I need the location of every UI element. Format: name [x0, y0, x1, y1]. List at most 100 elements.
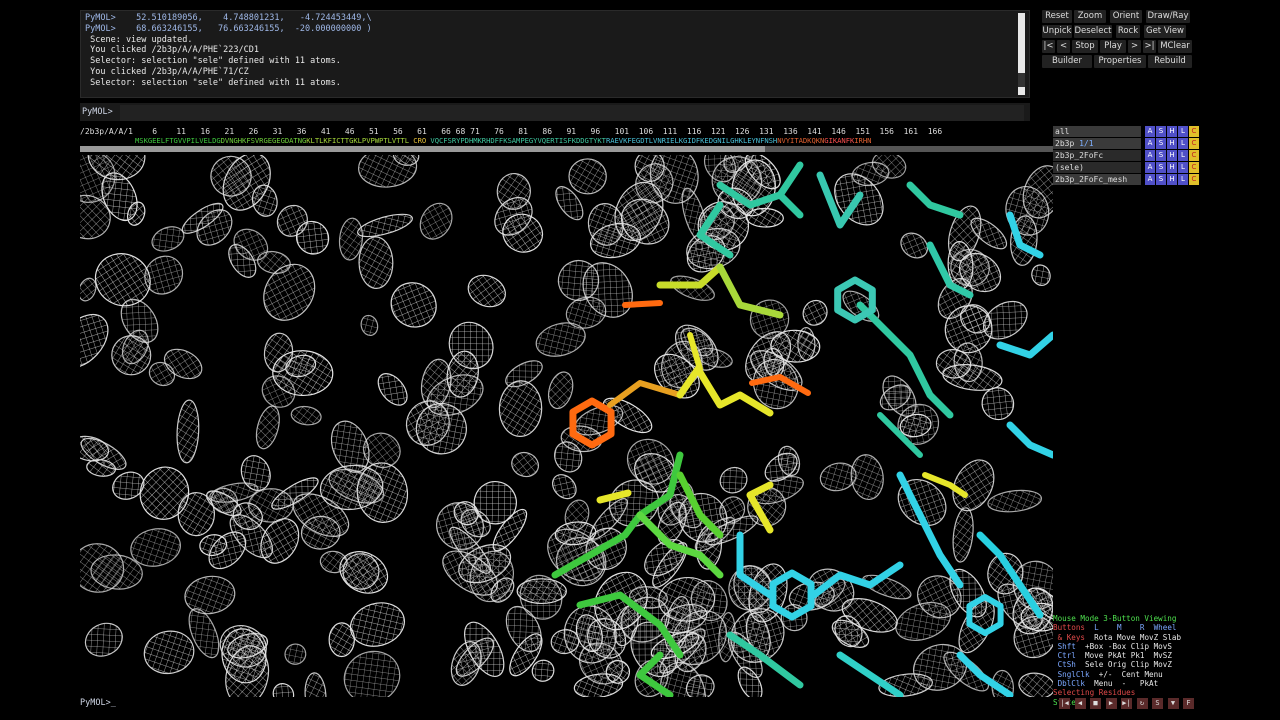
object-a-button[interactable]: A — [1145, 174, 1155, 185]
get-view-button[interactable]: Get View — [1144, 25, 1186, 38]
console-line: Selector: selection "sele" defined with … — [85, 77, 341, 88]
zoom-button[interactable]: Zoom — [1074, 10, 1106, 23]
movie-control-button[interactable]: ■ — [1090, 698, 1101, 709]
deselect-button[interactable]: Deselect — [1074, 25, 1112, 38]
density-blob — [551, 474, 577, 500]
stop-button[interactable]: Stop — [1072, 40, 1098, 53]
object-c-button[interactable]: C — [1189, 150, 1199, 161]
object-row[interactable]: 2b3p_2FoFc A S H L C — [1053, 150, 1200, 161]
residue-stick[interactable] — [776, 161, 804, 199]
density-blob — [390, 282, 437, 328]
movie-control-button[interactable]: ▼ — [1167, 698, 1179, 709]
object-name-label: 2b3p_2FoFc — [1055, 151, 1104, 160]
movie-control-button[interactable]: ▶| — [1121, 698, 1132, 709]
object-s-button[interactable]: S — [1156, 126, 1166, 137]
movie-controls: |◀ ◀ ■ ▶ ▶| ↻ S ▼ F — [1053, 698, 1200, 710]
residue-stick[interactable] — [996, 331, 1053, 359]
object-s-button[interactable]: S — [1156, 174, 1166, 185]
object-row[interactable]: 2b3p 1/1 A S H L C — [1053, 138, 1200, 149]
density-blob — [84, 622, 123, 657]
movie-control-button[interactable]: F — [1183, 698, 1194, 709]
object-l-button[interactable]: L — [1178, 126, 1188, 137]
properties-button[interactable]: Properties — [1094, 55, 1146, 68]
object-c-button[interactable]: C — [1189, 126, 1199, 137]
mouse-mode-row-label: Buttons — [1053, 623, 1086, 633]
object-name[interactable]: 2b3p 1/1 — [1053, 138, 1141, 149]
builder-button[interactable]: Builder — [1042, 55, 1092, 68]
object-state: 1/1 — [1079, 139, 1094, 148]
sequence-scrollbar[interactable] — [80, 146, 1053, 152]
draw-ray-button[interactable]: Draw/Ray — [1146, 10, 1190, 23]
sequence-scroll-thumb[interactable] — [80, 146, 765, 152]
console-scrollbar[interactable] — [1018, 13, 1025, 95]
object-l-button[interactable]: L — [1178, 138, 1188, 149]
object-a-button[interactable]: A — [1145, 126, 1155, 137]
rebuild-button[interactable]: Rebuild — [1148, 55, 1192, 68]
movie-control-button[interactable]: ▶ — [1105, 698, 1117, 709]
molecular-viewport[interactable] — [80, 155, 1053, 697]
movie-control-button[interactable]: ↻ — [1136, 698, 1148, 709]
mouse-mode-row-label: Ctrl — [1057, 651, 1076, 661]
mclear-button[interactable]: MClear — [1158, 40, 1192, 53]
object-l-button[interactable]: L — [1178, 162, 1188, 173]
movie-control-button[interactable]: ◀ — [1074, 698, 1086, 709]
rock-button[interactable]: Rock — [1116, 25, 1140, 38]
density-blob — [272, 683, 295, 697]
density-blob — [349, 602, 405, 647]
movie-control-button[interactable]: |◀ — [1059, 698, 1070, 709]
residue-stick[interactable] — [622, 300, 663, 308]
object-name[interactable]: 2b3p_2FoFc — [1053, 150, 1141, 161]
object-s-button[interactable]: S — [1156, 138, 1166, 149]
bottom-command-prompt[interactable]: PyMOL>_ — [80, 698, 380, 710]
object-a-button[interactable]: A — [1145, 162, 1155, 173]
density-blob — [498, 380, 543, 438]
residue-stick[interactable] — [836, 651, 904, 697]
mouse-mode-row-values: Sele Orig Clip MovZ — [1085, 660, 1172, 670]
first-frame-button[interactable]: |< — [1042, 40, 1055, 53]
mouse-mode-row-values: Move PkAt Pk1 MvSZ — [1085, 651, 1172, 661]
object-name[interactable]: (sele) — [1053, 162, 1141, 173]
object-s-button[interactable]: S — [1156, 162, 1166, 173]
mouse-mode-panel[interactable]: Mouse Mode 3-Button Viewing Buttons L M R… — [1053, 614, 1200, 707]
button-panel: Reset Zoom Orient Draw/Ray Unpick Deselect Roc… — [1040, 10, 1200, 70]
unpick-button[interactable]: Unpick — [1042, 25, 1072, 38]
object-c-button[interactable]: C — [1189, 174, 1199, 185]
object-h-button[interactable]: H — [1167, 150, 1177, 161]
object-h-button[interactable]: H — [1167, 162, 1177, 173]
object-row[interactable]: (sele) A S H L C — [1053, 162, 1200, 173]
object-a-button[interactable]: A — [1145, 138, 1155, 149]
object-h-button[interactable]: H — [1167, 174, 1177, 185]
next-frame-button[interactable]: > — [1128, 40, 1141, 53]
object-a-button[interactable]: A — [1145, 150, 1155, 161]
sequence-viewer[interactable]: /2b3p/A/A/1 6 11 16 21 26 31 36 41 46 51… — [80, 126, 1053, 153]
density-mesh-render[interactable] — [80, 155, 1053, 697]
object-name[interactable]: all — [1053, 126, 1141, 137]
residue-stick[interactable] — [906, 181, 964, 219]
orient-button[interactable]: Orient — [1110, 10, 1142, 23]
console-lines: PyMOL> 52.510189056, 4.748801231, -4.724… — [85, 13, 1015, 89]
object-c-button[interactable]: C — [1189, 138, 1199, 149]
object-h-button[interactable]: H — [1167, 138, 1177, 149]
electron-density-mesh[interactable] — [80, 155, 1053, 697]
density-blob — [111, 335, 152, 376]
sequence-letters[interactable]: MSKGEELFTGVVPILVELDGDVNGHKFSVRGEGEGDATNG… — [135, 136, 871, 145]
prev-frame-button[interactable]: < — [1057, 40, 1070, 53]
console-scroll-thumb[interactable] — [1018, 13, 1025, 73]
object-row[interactable]: all A S H L C — [1053, 126, 1200, 137]
reset-button[interactable]: Reset — [1042, 10, 1072, 23]
object-l-button[interactable]: L — [1178, 174, 1188, 185]
density-blob — [151, 226, 185, 252]
object-l-button[interactable]: L — [1178, 150, 1188, 161]
object-c-button[interactable]: C — [1189, 162, 1199, 173]
movie-control-button[interactable]: S — [1152, 698, 1163, 709]
object-name[interactable]: 2b3p_2FoFc_mesh — [1053, 174, 1141, 185]
object-s-button[interactable]: S — [1156, 150, 1166, 161]
object-row[interactable]: 2b3p_2FoFc_mesh A S H L C — [1053, 174, 1200, 185]
mouse-mode-row-label: CtSh — [1057, 660, 1076, 670]
console-scroll-end[interactable] — [1018, 87, 1025, 95]
object-h-button[interactable]: H — [1167, 126, 1177, 137]
residue-stick[interactable] — [1006, 421, 1053, 459]
play-button[interactable]: Play — [1100, 40, 1126, 53]
command-input[interactable] — [120, 105, 1024, 121]
last-frame-button[interactable]: >| — [1143, 40, 1156, 53]
